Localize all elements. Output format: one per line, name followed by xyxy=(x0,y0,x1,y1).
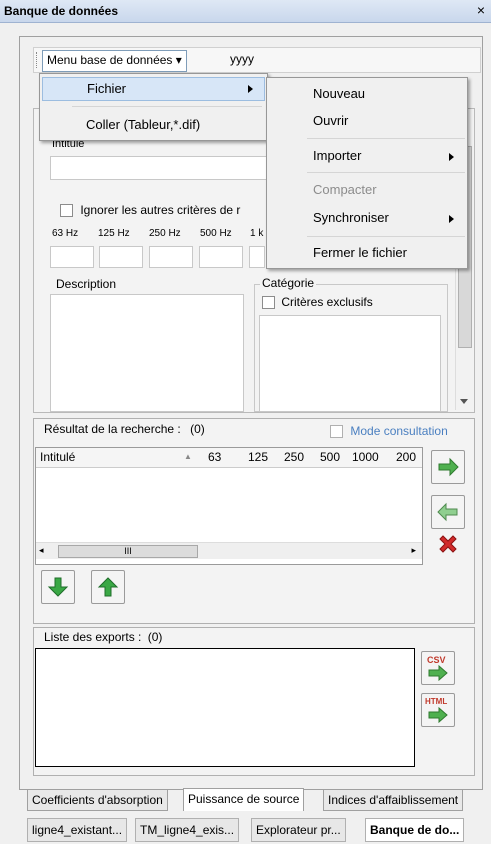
delete-button[interactable] xyxy=(432,528,464,560)
results-label-text: Résultat de la recherche : xyxy=(44,422,181,436)
arrow-up-green-icon xyxy=(97,577,119,597)
exclusive-criteria-checkbox[interactable] xyxy=(262,296,275,310)
results-h-scroll-thumb[interactable]: III xyxy=(58,545,198,558)
consultation-mode-checkbox[interactable] xyxy=(330,425,343,439)
submenu-item-sync[interactable]: Synchroniser xyxy=(313,210,389,225)
submenu-item-open[interactable]: Ouvrir xyxy=(313,113,348,128)
submenu-separator-3 xyxy=(307,236,465,237)
arrow-left-green-icon xyxy=(437,502,458,522)
results-count: (0) xyxy=(190,422,205,436)
menu-separator xyxy=(72,106,262,107)
freq-label-250: 250 Hz xyxy=(149,228,181,239)
exclusive-criteria-label: Critères exclusifs xyxy=(281,295,373,309)
freq-label-63: 63 Hz xyxy=(52,228,79,239)
delete-x-icon xyxy=(439,535,457,553)
exports-count: (0) xyxy=(147,630,163,644)
column-header-intitule[interactable]: Intitulé xyxy=(40,448,75,466)
exports-list[interactable] xyxy=(35,648,415,767)
freq-label-500: 500 Hz xyxy=(200,228,232,239)
arrow-down-green-icon xyxy=(47,577,69,597)
sort-ascending-icon: ▲ xyxy=(184,452,192,461)
exports-label-text: Liste des exports : xyxy=(44,630,142,644)
add-to-export-button[interactable] xyxy=(431,450,465,484)
freq-input-1k[interactable] xyxy=(249,246,265,268)
freq-input-250[interactable] xyxy=(149,246,193,268)
exclusive-criteria-row: Critères exclusifs xyxy=(262,295,373,310)
doc-tab-explorer[interactable]: Explorateur pr... xyxy=(251,818,346,842)
database-menu: Fichier Coller (Tableur,*.dif) xyxy=(39,73,268,141)
menu-item-fichier[interactable]: Fichier xyxy=(42,77,265,101)
results-label: Résultat de la recherche : (0) xyxy=(44,422,205,436)
scroll-down-icon[interactable] xyxy=(460,399,468,404)
doc-tab-database[interactable]: Banque de do... xyxy=(365,818,465,842)
freq-input-63[interactable] xyxy=(50,246,94,268)
ignore-criteria-label: Ignorer les autres critères de r xyxy=(80,203,241,217)
exports-label: Liste des exports : (0) xyxy=(44,630,162,644)
export-html-button[interactable]: HTML xyxy=(421,693,455,727)
description-label: Description xyxy=(56,277,117,291)
category-list[interactable] xyxy=(259,315,441,412)
database-menu-button[interactable]: Menu base de données ▾ xyxy=(42,50,187,72)
freq-label-125: 125 Hz xyxy=(98,228,130,239)
column-header-1000[interactable]: 1000 xyxy=(352,448,379,466)
freq-label-1k: 1 k xyxy=(250,228,264,239)
toolbar: Menu base de données ▾ yyyy xyxy=(33,47,481,73)
arrow-right-green-icon xyxy=(438,457,459,477)
menu-item-paste[interactable]: Coller (Tableur,*.dif) xyxy=(42,114,263,136)
category-label: Catégorie xyxy=(260,276,317,290)
column-header-250[interactable]: 250 xyxy=(284,448,304,466)
description-textarea[interactable] xyxy=(50,294,244,412)
tab-attenuation[interactable]: Indices d'affaiblissement xyxy=(323,789,464,811)
tab-source-power[interactable]: Puissance de source xyxy=(183,788,305,811)
ignore-criteria-checkbox[interactable] xyxy=(60,204,73,218)
close-icon[interactable]: × xyxy=(477,2,485,18)
submenu-separator-2 xyxy=(307,172,465,173)
results-grid[interactable]: Intitulé ▲ 63 125 250 500 1000 200 ◂ III… xyxy=(35,447,423,565)
move-up-button[interactable] xyxy=(91,570,125,604)
fichier-submenu: Nouveau Ouvrir Importer Compacter Synchr… xyxy=(266,77,468,269)
tab-absorption[interactable]: Coefficients d'absorption xyxy=(27,789,168,811)
move-down-button[interactable] xyxy=(41,570,75,604)
menu-item-fichier-label: Fichier xyxy=(87,81,127,96)
database-name: yyyy xyxy=(230,52,254,66)
window-title: Banque de données xyxy=(4,4,119,18)
freq-input-500[interactable] xyxy=(199,246,243,268)
submenu-item-new[interactable]: Nouveau xyxy=(313,86,365,101)
doc-tab-ligne4[interactable]: ligne4_existant... xyxy=(27,818,128,842)
submenu-arrow-icon xyxy=(248,85,253,93)
submenu-item-close-file[interactable]: Fermer le fichier xyxy=(313,245,407,260)
freq-input-125[interactable] xyxy=(99,246,143,268)
export-csv-button[interactable]: CSV xyxy=(421,651,455,685)
ignore-criteria-row: Ignorer les autres critères de r xyxy=(60,203,241,218)
csv-icon: CSV xyxy=(425,655,451,681)
column-header-63[interactable]: 63 xyxy=(208,448,221,466)
submenu-item-import[interactable]: Importer xyxy=(313,148,361,163)
chevron-down-icon: ▾ xyxy=(175,53,182,67)
column-header-125[interactable]: 125 xyxy=(248,448,268,466)
consultation-mode-label: Mode consultation xyxy=(350,424,448,438)
column-header-2000[interactable]: 200 xyxy=(396,448,416,466)
html-icon: HTML xyxy=(425,697,451,723)
doc-tab-tm-ligne4[interactable]: TM_ligne4_exis... xyxy=(135,818,240,842)
submenu-item-compact: Compacter xyxy=(313,182,377,197)
toolbar-grip-icon[interactable] xyxy=(36,52,40,68)
sync-arrow-icon xyxy=(449,215,454,223)
remove-from-export-button[interactable] xyxy=(431,495,465,529)
menu-item-paste-label: Coller (Tableur,*.dif) xyxy=(86,117,201,132)
title-bar: Banque de données × xyxy=(0,0,491,23)
import-arrow-icon xyxy=(449,153,454,161)
scroll-left-icon[interactable]: ◂ xyxy=(39,545,44,556)
database-menu-label: Menu base de données xyxy=(47,53,173,67)
results-h-scrollbar[interactable]: ◂ III ▸ xyxy=(36,542,422,559)
consultation-mode-row: Mode consultation xyxy=(330,424,448,439)
column-header-500[interactable]: 500 xyxy=(320,448,340,466)
submenu-separator-1 xyxy=(307,138,465,139)
scroll-right-icon[interactable]: ▸ xyxy=(411,545,416,556)
document-tabs: ligne4_existant... TM_ligne4_exis... Exp… xyxy=(27,818,491,842)
